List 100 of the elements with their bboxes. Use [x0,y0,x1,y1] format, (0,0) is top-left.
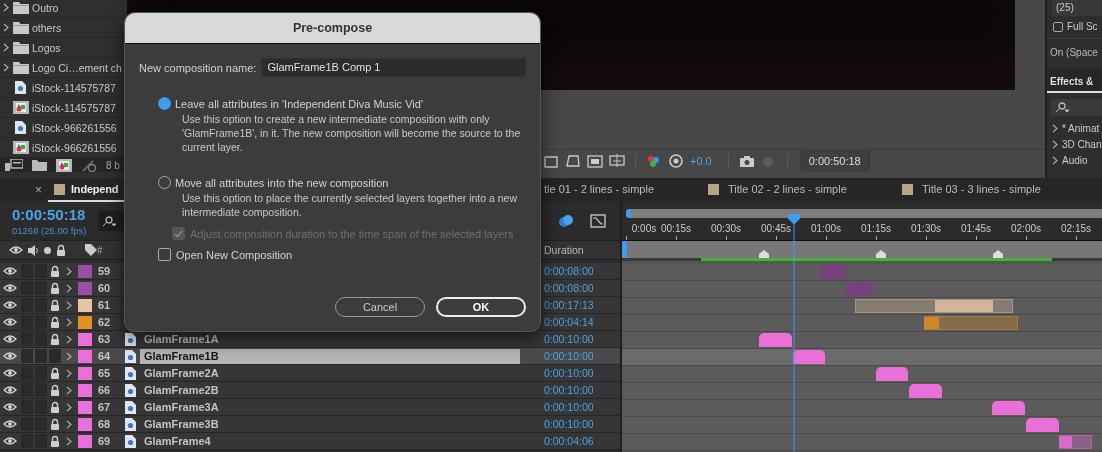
label-color-swatch[interactable] [78,332,92,346]
layer-name[interactable]: GlamFrame4 [140,433,520,449]
visibility-eye-icon[interactable] [3,402,17,412]
layer-duration[interactable]: 0:00:08:00 [544,282,620,294]
project-item-name[interactable]: iStock-966261556 [32,141,117,154]
composition-tab[interactable]: Title 02 - 2 lines - simple [702,178,896,202]
visibility-eye-icon[interactable] [3,368,17,378]
radio-button[interactable] [158,97,171,110]
label-color-swatch[interactable] [78,417,92,431]
layer-row[interactable]: 65 GlamFrame2A 0:00:10:00 [0,365,620,382]
current-time[interactable]: 0:00:50:18 [12,206,98,223]
label-color-swatch[interactable] [78,264,92,278]
layer-row[interactable]: 68 GlamFrame3B 0:00:10:00 [0,416,620,433]
layer-duration[interactable]: 0:00:10:00 [544,418,620,430]
project-item-name[interactable]: others [32,21,62,34]
layer-duration[interactable]: 0:00:04:14 [544,316,620,328]
lock-icon[interactable] [50,265,60,277]
motion-blur-icon[interactable] [558,214,574,228]
layer-duration[interactable]: 0:00:04:06 [544,435,620,447]
option-label[interactable]: Move all attributes into the new composition [175,176,389,189]
visibility-eye-icon[interactable] [3,351,17,361]
project-item-name[interactable]: iStock-114575787 [32,81,116,94]
interpret-footage-icon[interactable] [5,159,23,171]
grid-icon[interactable] [609,154,625,168]
project-item-name[interactable]: iStock-966261556 [32,121,117,134]
layer-row[interactable]: 66 GlamFrame2B 0:00:10:00 [0,382,620,399]
option-label[interactable]: Leave all attributes in 'Independent Diva Music Vid' [175,97,423,110]
color-channels-icon[interactable] [646,154,662,168]
lock-icon[interactable] [50,316,60,328]
layer-row[interactable]: 67 GlamFrame3A 0:00:10:00 [0,399,620,416]
project-item-name[interactable]: Logo Ci…ement ch [32,61,122,74]
layer-row[interactable]: 69 GlamFrame4 0:00:04:06 [0,433,620,450]
composition-tab[interactable]: tle 01 - 2 lines - simple [538,178,702,202]
layer-duration[interactable]: 0:00:17:13 [544,299,620,311]
layer-duration[interactable]: 0:00:10:00 [544,333,620,345]
lock-icon[interactable] [50,435,60,447]
layer-row[interactable]: 64 GlamFrame1B 0:00:10:00 [0,348,620,365]
marker-track[interactable] [622,241,1102,258]
layer-name[interactable]: GlamFrame1B [140,348,520,364]
lock-icon[interactable] [50,418,60,430]
search-field[interactable] [1051,99,1102,116]
lock-icon[interactable] [50,401,60,413]
layer-name[interactable]: GlamFrame3B [140,416,520,432]
camera-icon[interactable] [738,154,755,168]
visibility-eye-icon[interactable] [3,317,17,327]
checkbox[interactable] [1053,21,1063,32]
bit-depth-label[interactable]: 8 b [106,159,120,171]
layer-duration[interactable]: 0:00:10:00 [544,384,620,396]
cancel-button[interactable]: Cancel [335,297,425,317]
layer-duration[interactable]: 0:00:08:00 [544,265,620,277]
lock-icon[interactable] [50,384,60,396]
solo-switch[interactable] [35,349,47,363]
safe-area-icon[interactable] [587,154,603,168]
expand-caret-icon[interactable] [3,3,9,12]
search-icon[interactable] [1055,102,1069,113]
layer-row[interactable]: 63 GlamFrame1A 0:00:10:00 [0,331,620,348]
shutter-icon[interactable] [668,154,684,168]
lock-switch[interactable] [49,349,61,363]
ok-button[interactable]: OK [436,297,526,317]
column-header[interactable]: # [97,244,121,256]
checkbox-label[interactable]: Open New Composition [176,248,293,261]
composition-tab[interactable]: Title 03 - 3 lines - simple [896,178,1090,202]
mask-toggle-icon[interactable] [543,154,559,168]
expand-caret-icon[interactable] [3,43,9,52]
layer-name[interactable]: GlamFrame1A [140,331,520,347]
label-color-swatch[interactable] [78,315,92,329]
visibility-eye-icon[interactable] [3,266,17,276]
project-item-name[interactable]: Outro [32,1,59,14]
visibility-eye-icon[interactable] [3,300,17,310]
graph-editor-icon[interactable] [590,214,606,228]
lock-icon[interactable] [50,282,60,294]
label-color-swatch[interactable] [78,298,92,312]
project-item-name[interactable]: Logos [32,41,61,54]
project-item-name[interactable]: iStock-114575787 [32,101,116,114]
layer-duration[interactable]: 0:00:10:00 [544,401,620,413]
expand-caret-icon[interactable] [3,63,9,72]
layer-name[interactable]: GlamFrame2B [140,382,520,398]
layer-duration[interactable]: 0:00:10:00 [544,367,620,379]
label-color-swatch[interactable] [78,383,92,397]
composition-name-field[interactable]: GlamFrame1B Comp 1 [261,58,526,77]
expand-caret-icon[interactable] [3,23,9,32]
visibility-eye-icon[interactable] [3,419,17,429]
lock-icon[interactable] [50,367,60,379]
search-icon[interactable] [102,215,116,227]
mask-path-icon[interactable] [565,154,581,168]
layer-name[interactable]: GlamFrame3A [140,399,520,415]
label-color-swatch[interactable] [78,281,92,295]
new-composition-icon[interactable] [56,158,72,172]
effects-tab[interactable]: Effects & [1047,68,1102,93]
visibility-eye-icon[interactable] [3,283,17,293]
close-tab-glyph[interactable]: × [35,183,42,197]
label-color-swatch[interactable] [78,366,92,380]
layer-name[interactable]: GlamFrame2A [140,365,520,381]
resolution-field[interactable]: (25) [1052,0,1102,16]
effect-category[interactable]: * Animat [1062,122,1100,134]
current-time-field[interactable]: 0:00:50:18 [799,151,870,171]
lock-icon[interactable] [50,333,60,345]
label-color-swatch[interactable] [78,434,92,448]
effect-category[interactable]: Audio [1062,154,1088,166]
visibility-eye-icon[interactable] [3,385,17,395]
